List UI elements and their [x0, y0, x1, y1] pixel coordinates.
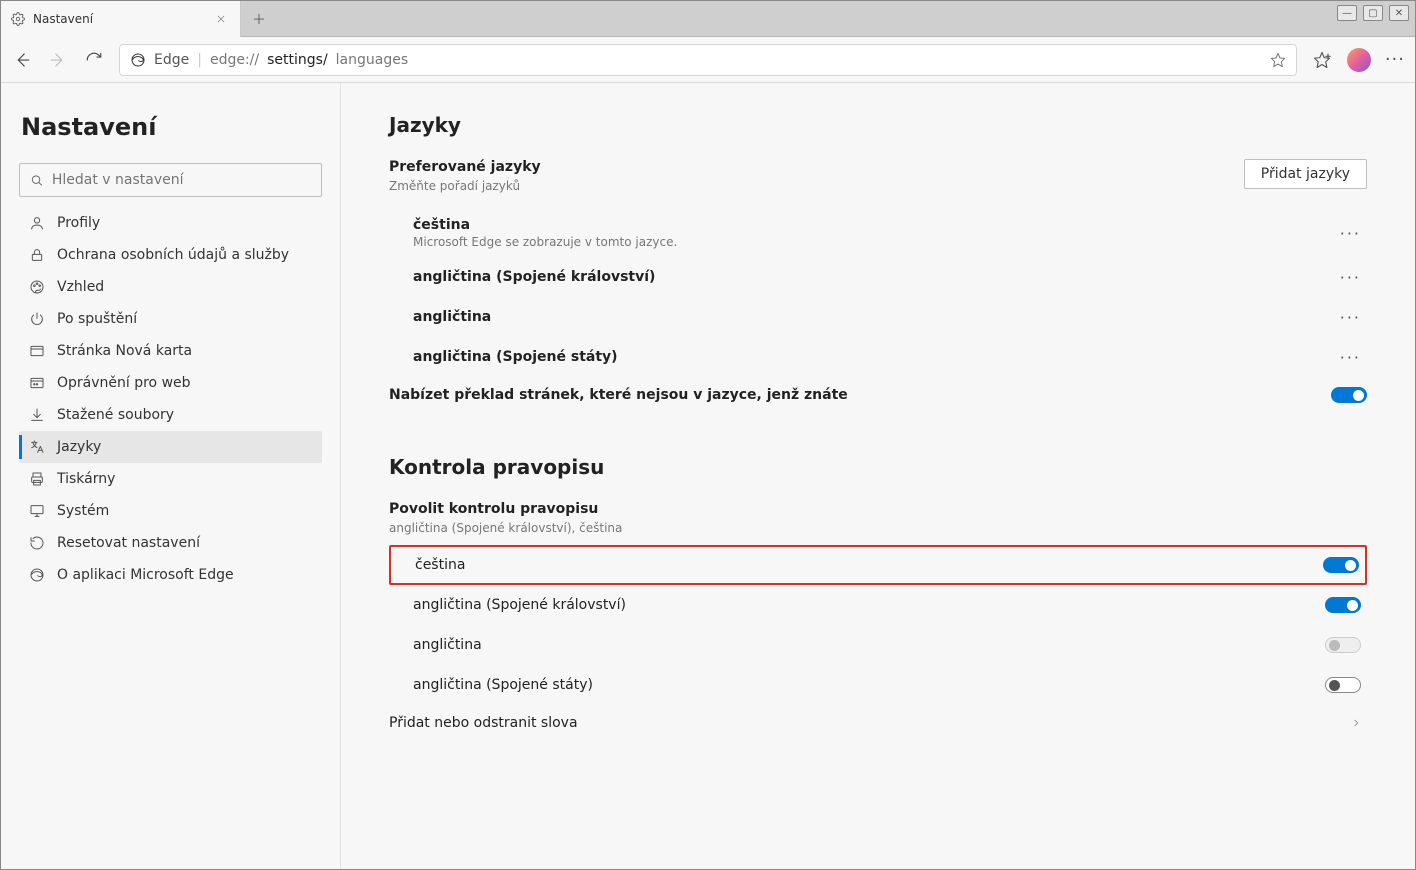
person-icon	[29, 215, 45, 231]
address-app-name: Edge	[154, 52, 189, 68]
spellcheck-toggle[interactable]	[1323, 557, 1359, 573]
language-row: angličtina ···	[389, 297, 1367, 337]
sliders-icon	[29, 375, 45, 391]
spellcheck-toggle[interactable]	[1325, 677, 1361, 693]
preferred-languages-subtitle: Změňte pořadí jazyků	[389, 179, 541, 193]
edge-icon	[29, 567, 45, 583]
reset-icon	[29, 535, 45, 551]
lock-icon	[29, 247, 45, 263]
language-row: angličtina (Spojené státy) ···	[389, 337, 1367, 377]
favorite-icon[interactable]	[1270, 52, 1286, 68]
download-icon	[29, 407, 45, 423]
toolbar: Edge | edge://settings/languages ···	[1, 37, 1415, 83]
gear-icon	[11, 12, 25, 26]
sidebar-item-downloads[interactable]: Stažené soubory	[19, 399, 322, 431]
search-icon	[30, 173, 44, 188]
titlebar: Nastavení — ▢ ✕	[1, 1, 1415, 37]
language-options-button[interactable]: ···	[1340, 224, 1367, 243]
translate-toggle[interactable]	[1331, 387, 1367, 403]
add-languages-button[interactable]: Přidat jazyky	[1244, 159, 1367, 189]
window-icon	[29, 343, 45, 359]
sidebar-item-privacy[interactable]: Ochrana osobních údajů a služby	[19, 239, 322, 271]
more-button[interactable]: ···	[1385, 49, 1405, 70]
sidebar-item-system[interactable]: Systém	[19, 495, 322, 527]
sidebar-item-reset[interactable]: Resetovat nastavení	[19, 527, 322, 559]
sidebar-item-printers[interactable]: Tiskárny	[19, 463, 322, 495]
sidebar-item-profiles[interactable]: Profily	[19, 207, 322, 239]
settings-content: Jazyky Preferované jazyky Změňte pořadí …	[341, 83, 1415, 869]
browser-tab[interactable]: Nastavení	[1, 1, 241, 37]
spellcheck-enable-title: Povolit kontrolu pravopisu	[389, 501, 598, 517]
settings-sidebar: Nastavení Profily Ochrana osobních údajů…	[1, 83, 341, 869]
url-page: languages	[336, 52, 408, 68]
spellcheck-row: angličtina (Spojené státy)	[389, 665, 1367, 705]
close-window-button[interactable]: ✕	[1389, 5, 1409, 21]
back-button[interactable]	[11, 49, 33, 71]
sidebar-item-about[interactable]: O aplikaci Microsoft Edge	[19, 559, 322, 591]
printer-icon	[29, 471, 45, 487]
new-tab-button[interactable]	[241, 1, 277, 37]
spellcheck-row: angličtina	[389, 625, 1367, 665]
spellcheck-toggle[interactable]	[1325, 597, 1361, 613]
search-input[interactable]	[52, 172, 311, 188]
forward-button[interactable]	[47, 49, 69, 71]
sidebar-item-languages[interactable]: Jazyky	[19, 431, 322, 463]
sidebar-item-newtab[interactable]: Stránka Nová karta	[19, 335, 322, 367]
power-icon	[29, 311, 45, 327]
spellcheck-row: angličtina (Spojené království)	[389, 585, 1367, 625]
address-bar[interactable]: Edge | edge://settings/languages	[119, 44, 1297, 76]
refresh-button[interactable]	[83, 49, 105, 71]
language-icon	[29, 439, 45, 455]
spellcheck-row-highlighted: čeština	[389, 545, 1367, 585]
chevron-right-icon	[1351, 715, 1367, 731]
edge-logo-icon	[130, 52, 146, 68]
translate-toggle-label: Nabízet překlad stránek, které nejsou v …	[389, 387, 1331, 403]
url-segment: settings/	[267, 52, 328, 68]
sidebar-title: Nastavení	[19, 113, 322, 141]
paint-icon	[29, 279, 45, 295]
sidebar-item-startup[interactable]: Po spuštění	[19, 303, 322, 335]
add-remove-words-row[interactable]: Přidat nebo odstranit slova	[389, 705, 1367, 741]
language-row: češtinaMicrosoft Edge se zobrazuje v tom…	[389, 209, 1367, 257]
favorites-button[interactable]	[1311, 49, 1333, 71]
language-options-button[interactable]: ···	[1340, 268, 1367, 287]
spellcheck-heading: Kontrola pravopisu	[389, 455, 1367, 479]
tab-title: Nastavení	[33, 12, 93, 26]
language-row: angličtina (Spojené království) ···	[389, 257, 1367, 297]
window-controls: — ▢ ✕	[1337, 5, 1409, 21]
spellcheck-enable-subtitle: angličtina (Spojené království), čeština	[389, 521, 622, 535]
minimize-button[interactable]: —	[1337, 5, 1357, 21]
maximize-button[interactable]: ▢	[1363, 5, 1383, 21]
sidebar-item-site-permissions[interactable]: Oprávnění pro web	[19, 367, 322, 399]
settings-search[interactable]	[19, 163, 322, 197]
close-icon[interactable]	[214, 12, 228, 26]
language-options-button[interactable]: ···	[1340, 348, 1367, 367]
sidebar-item-appearance[interactable]: Vzhled	[19, 271, 322, 303]
language-options-button[interactable]: ···	[1340, 308, 1367, 327]
url-prefix: edge://	[210, 52, 259, 68]
spellcheck-toggle-disabled	[1325, 637, 1361, 653]
monitor-icon	[29, 503, 45, 519]
preferred-languages-title: Preferované jazyky	[389, 159, 541, 175]
languages-heading: Jazyky	[389, 113, 1367, 137]
profile-avatar[interactable]	[1347, 48, 1371, 72]
